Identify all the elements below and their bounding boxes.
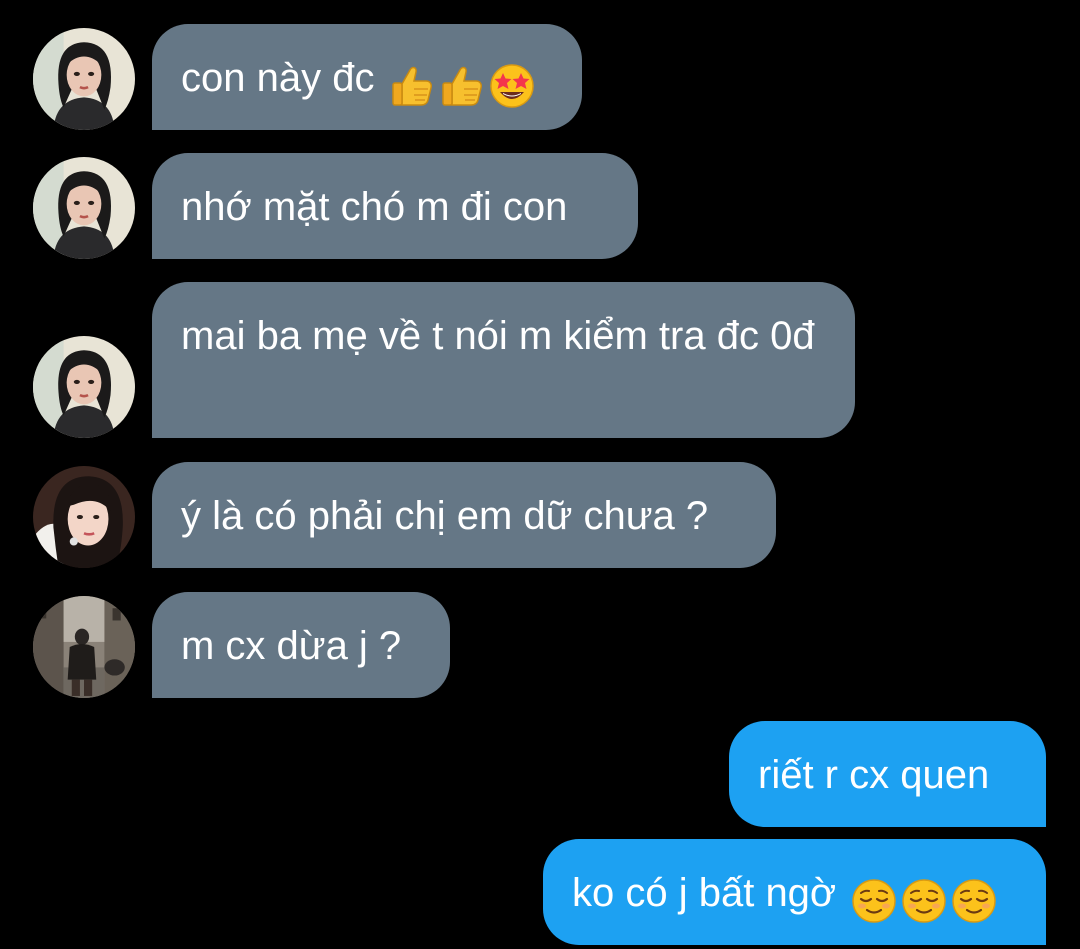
thumbs-up-emoji: [388, 62, 436, 110]
sender-avatar[interactable]: [33, 157, 135, 259]
sender-avatar[interactable]: [33, 466, 135, 568]
sender-avatar[interactable]: [33, 336, 135, 438]
message-text: nhớ mặt chó m đi con: [181, 185, 568, 229]
message-bubble-outgoing[interactable]: ko có j bất ngờ: [543, 839, 1046, 945]
message-text: ko có j bất ngờ: [572, 871, 837, 915]
relieved-face-emoji: [850, 877, 898, 925]
avatar-girl-2: [33, 466, 135, 568]
message-bubble-incoming[interactable]: con này đc: [152, 24, 582, 130]
avatar-girl-1: [33, 157, 135, 259]
relieved-face-emoji: [950, 877, 998, 925]
star-struck-emoji: [488, 62, 536, 110]
message-text: riết r cx quen: [758, 753, 990, 797]
thumbs-up-emoji: [438, 62, 486, 110]
relieved-face-emoji: [900, 877, 948, 925]
message-bubble-incoming[interactable]: mai ba mẹ về t nói m kiểm tra đc 0đ: [152, 282, 855, 438]
avatar-street: [33, 596, 135, 698]
avatar-girl-1: [33, 28, 135, 130]
chat-thread: con này đc nhớ mặt chó m đi con mai ba m…: [0, 0, 1080, 949]
sender-avatar[interactable]: [33, 596, 135, 698]
message-text: mai ba mẹ về t nói m kiểm tra đc 0đ: [181, 314, 815, 358]
emoji-group: [388, 60, 538, 110]
sender-avatar[interactable]: [33, 28, 135, 130]
message-bubble-incoming[interactable]: m cx dừa j ?: [152, 592, 450, 698]
message-text: ý là có phải chị em dữ chưa ?: [181, 494, 709, 538]
message-text: m cx dừa j ?: [181, 624, 402, 668]
emoji-group: [850, 875, 1000, 925]
message-bubble-outgoing[interactable]: riết r cx quen: [729, 721, 1046, 827]
message-text: con này đc: [181, 56, 375, 100]
message-bubble-incoming[interactable]: ý là có phải chị em dữ chưa ?: [152, 462, 776, 568]
avatar-girl-1: [33, 336, 135, 438]
message-bubble-incoming[interactable]: nhớ mặt chó m đi con: [152, 153, 638, 259]
